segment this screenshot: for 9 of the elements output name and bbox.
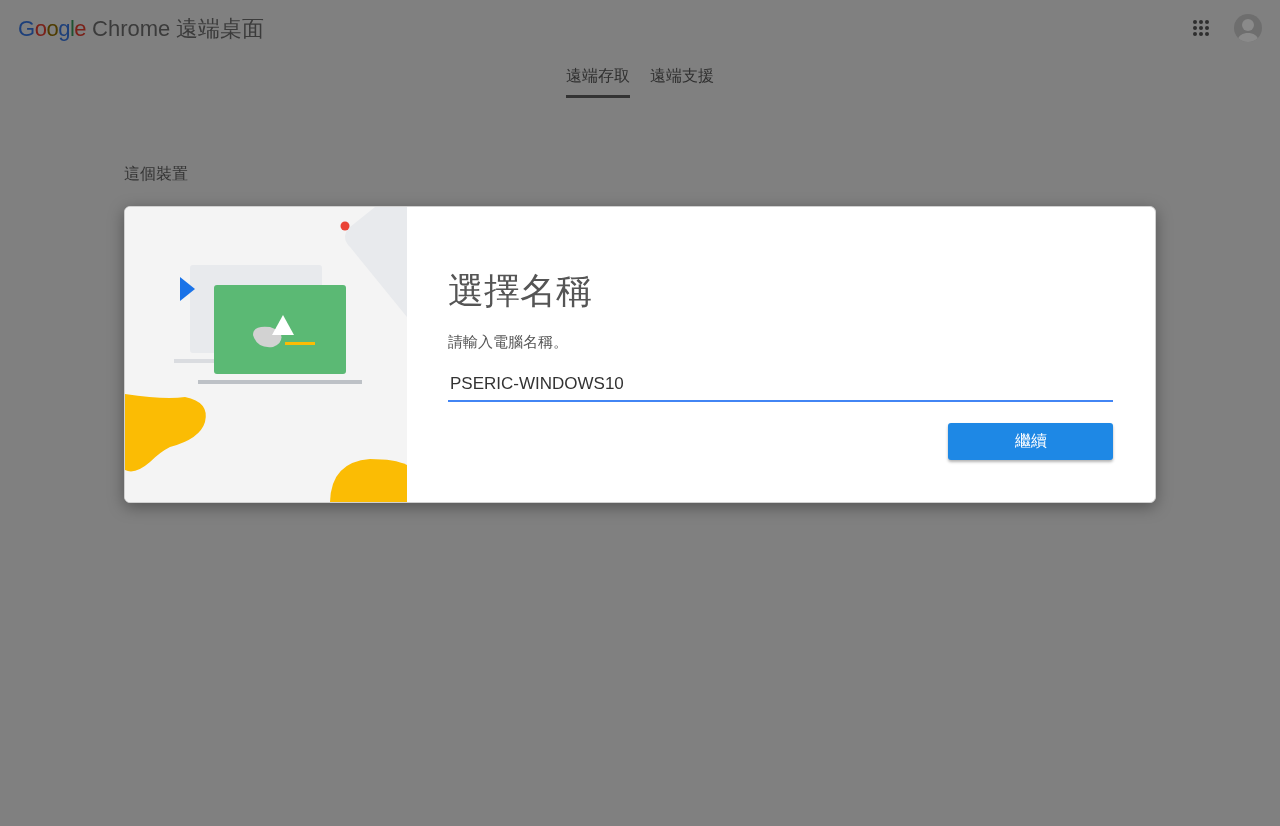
apps-grid-icon[interactable] [1192,19,1210,37]
section-title: 這個裝置 [124,164,189,184]
app-logo[interactable]: Google Chrome 遠端桌面 [18,11,265,45]
name-prompt: 請輸入電腦名稱。 [448,332,569,352]
nav-tab[interactable]: 遠端存取 [566,56,630,98]
continue-button[interactable]: 繼續 [948,422,1113,460]
nav-tab[interactable]: 遠端支援 [650,56,714,98]
computer-name-field[interactable]: PSERIC-WINDOWS10 [448,367,1113,402]
dialog-title: 選擇名稱 [448,269,593,313]
